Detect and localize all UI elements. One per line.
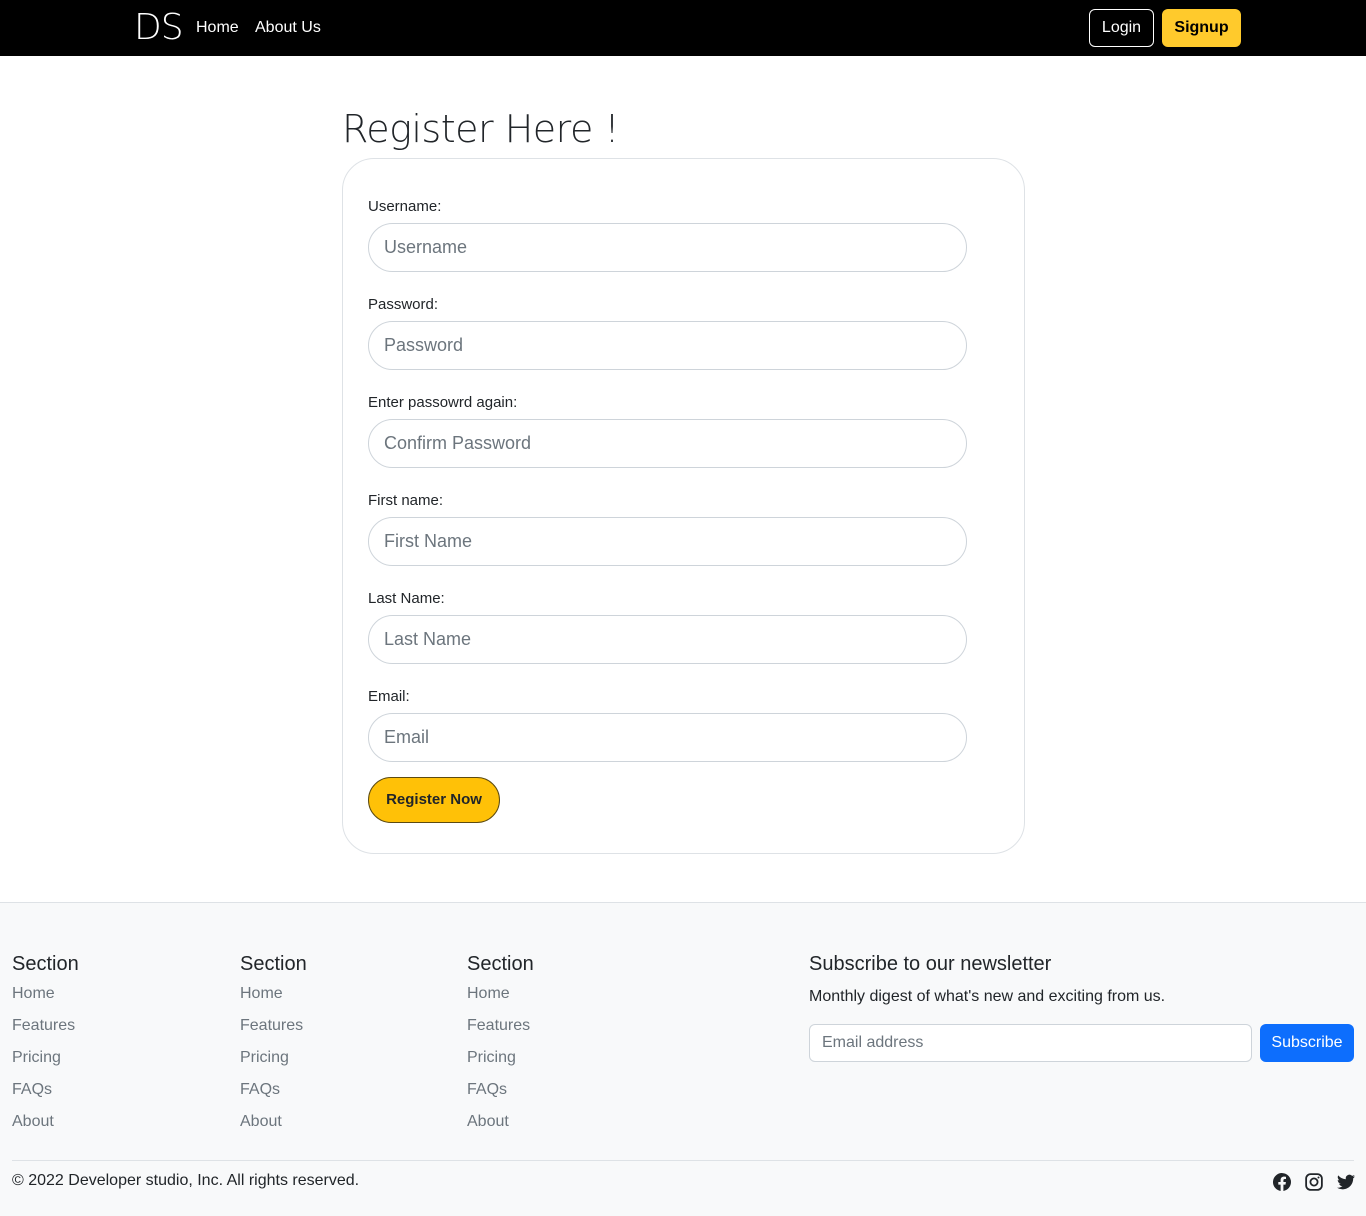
email-label: Email: [368,688,410,705]
footer: Section Home Features Pricing FAQs About… [0,902,1366,1216]
footer-divider [12,1160,1354,1161]
footer-section-2: Section Home Features Pricing FAQs About [240,952,307,1144]
footer-section-3: Section Home Features Pricing FAQs About [467,952,534,1144]
footer-link-pricing[interactable]: Pricing [467,1048,534,1080]
footer-section-1: Section Home Features Pricing FAQs About [12,952,79,1144]
footer-link-home[interactable]: Home [240,984,307,1016]
first-name-label: First name: [368,492,444,509]
first-name-input[interactable] [368,517,967,566]
footer-link-features[interactable]: Features [12,1016,79,1048]
footer-section-heading: Section [12,953,79,975]
facebook-icon[interactable] [1273,1173,1291,1191]
top-navbar: DS Home About Us Login Signup [0,0,1366,56]
confirm-password-label: Enter passowrd again: [368,394,518,411]
copyright-text: © 2022 Developer studio, Inc. All rights… [12,1172,360,1189]
footer-section-heading: Section [467,953,534,975]
newsletter-heading: Subscribe to our newsletter [809,953,1052,975]
footer-link-pricing[interactable]: Pricing [12,1048,79,1080]
footer-link-features[interactable]: Features [240,1016,307,1048]
footer-link-about[interactable]: About [240,1112,307,1144]
brand-logo[interactable]: DS [134,8,184,48]
username-input[interactable] [368,223,967,272]
footer-link-faqs[interactable]: FAQs [467,1080,534,1112]
footer-link-features[interactable]: Features [467,1016,534,1048]
password-label: Password: [368,296,439,313]
nav-link-about-us[interactable]: About Us [255,18,321,38]
email-input[interactable] [368,713,967,762]
login-button[interactable]: Login [1089,9,1154,47]
confirm-password-input[interactable] [368,419,967,468]
subscribe-button[interactable]: Subscribe [1260,1024,1354,1062]
last-name-label: Last Name: [368,590,445,607]
footer-link-faqs[interactable]: FAQs [240,1080,307,1112]
signup-button[interactable]: Signup [1162,9,1241,47]
instagram-icon[interactable] [1305,1173,1323,1191]
footer-link-pricing[interactable]: Pricing [240,1048,307,1080]
footer-link-about[interactable]: About [467,1112,534,1144]
footer-link-faqs[interactable]: FAQs [12,1080,79,1112]
footer-link-home[interactable]: Home [467,984,534,1016]
newsletter-description: Monthly digest of what's new and excitin… [809,988,1166,1005]
newsletter-email-input[interactable] [809,1024,1252,1062]
page-title: Register Here ! [342,107,620,151]
footer-section-heading: Section [240,953,307,975]
password-input[interactable] [368,321,967,370]
nav-link-home[interactable]: Home [196,18,239,38]
username-label: Username: [368,198,442,215]
register-now-button[interactable]: Register Now [368,777,500,823]
twitter-icon[interactable] [1337,1173,1355,1191]
last-name-input[interactable] [368,615,967,664]
footer-link-about[interactable]: About [12,1112,79,1144]
footer-link-home[interactable]: Home [12,984,79,1016]
